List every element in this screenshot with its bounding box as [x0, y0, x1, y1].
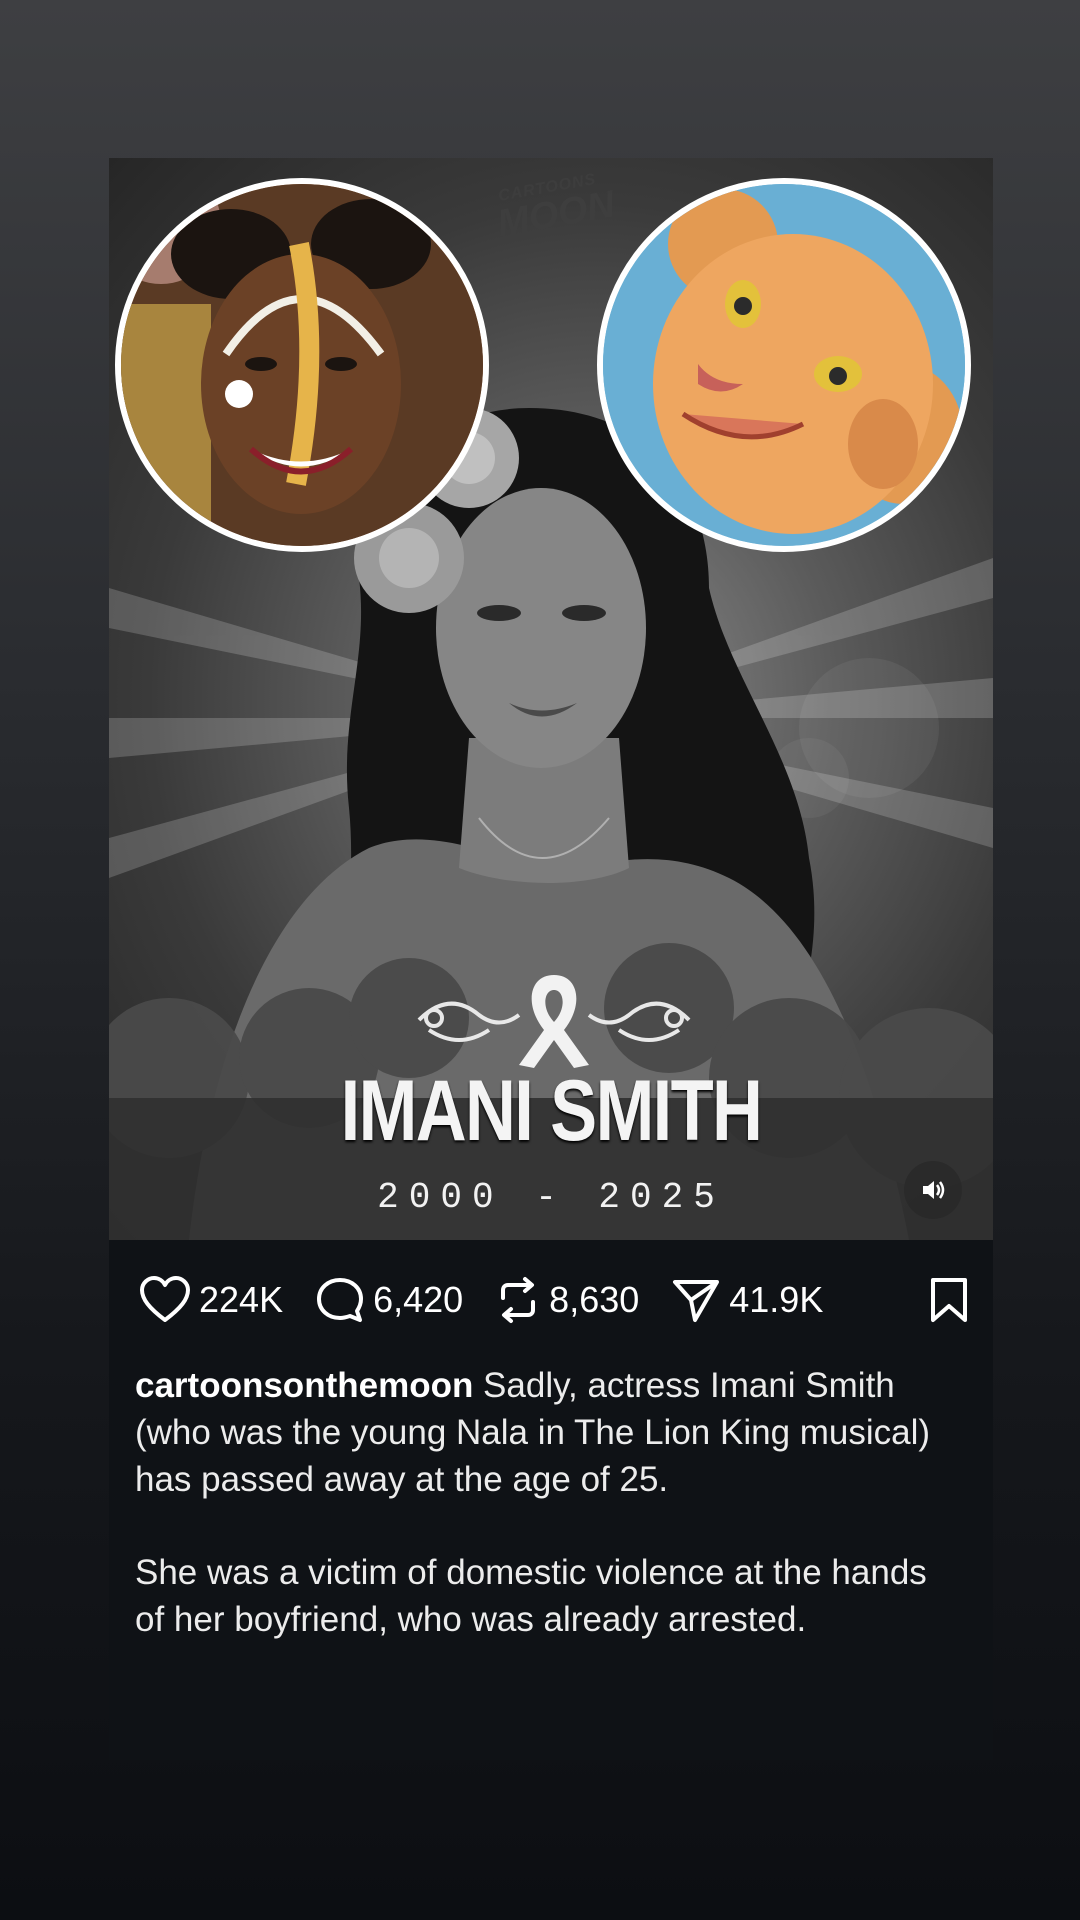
- child-actress-photo: [115, 178, 489, 552]
- bookmark-icon: [931, 1278, 967, 1322]
- comment-icon: [317, 1278, 364, 1322]
- comment-button[interactable]: 6,420: [315, 1276, 463, 1324]
- post-caption: cartoonsonthemoon Sadly, actress Imani S…: [135, 1362, 955, 1689]
- comment-count: 6,420: [373, 1279, 464, 1320]
- send-icon: [673, 1280, 720, 1322]
- caption-paragraph-2: She was a victim of domestic violence at…: [135, 1553, 927, 1639]
- repost-icon: [501, 1277, 536, 1323]
- post-card: CARTOONS MOON IMANI SMITH 2000 - 2025 22…: [109, 158, 993, 1760]
- sound-toggle-button[interactable]: [904, 1161, 962, 1219]
- like-count: 224K: [199, 1279, 284, 1320]
- memorial-years: 2000 - 2025: [377, 1177, 725, 1218]
- save-button[interactable]: [929, 1276, 969, 1333]
- repost-count: 8,630: [549, 1279, 640, 1320]
- like-button[interactable]: 224K: [139, 1276, 283, 1324]
- username-link[interactable]: cartoonsonthemoon: [135, 1366, 473, 1405]
- memorial-ribbon-icon: [417, 975, 691, 1068]
- action-bar: 224K 6,420 8,630 41.9K: [139, 1270, 969, 1330]
- speaker-icon: [923, 1181, 945, 1199]
- caption-paragraph-1: cartoonsonthemoon Sadly, actress Imani S…: [135, 1362, 955, 1503]
- share-button[interactable]: 41.9K: [671, 1276, 823, 1324]
- cartoon-lion-cub: [597, 178, 971, 552]
- post-media[interactable]: CARTOONS MOON IMANI SMITH 2000 - 2025: [109, 158, 993, 1240]
- memorial-name: IMANI SMITH: [340, 1063, 763, 1159]
- repost-button[interactable]: 8,630: [495, 1276, 639, 1324]
- share-count: 41.9K: [729, 1279, 824, 1320]
- heart-icon: [140, 1276, 190, 1322]
- post-footer: 224K 6,420 8,630 41.9K cartoonsonthemoon…: [109, 1240, 993, 1760]
